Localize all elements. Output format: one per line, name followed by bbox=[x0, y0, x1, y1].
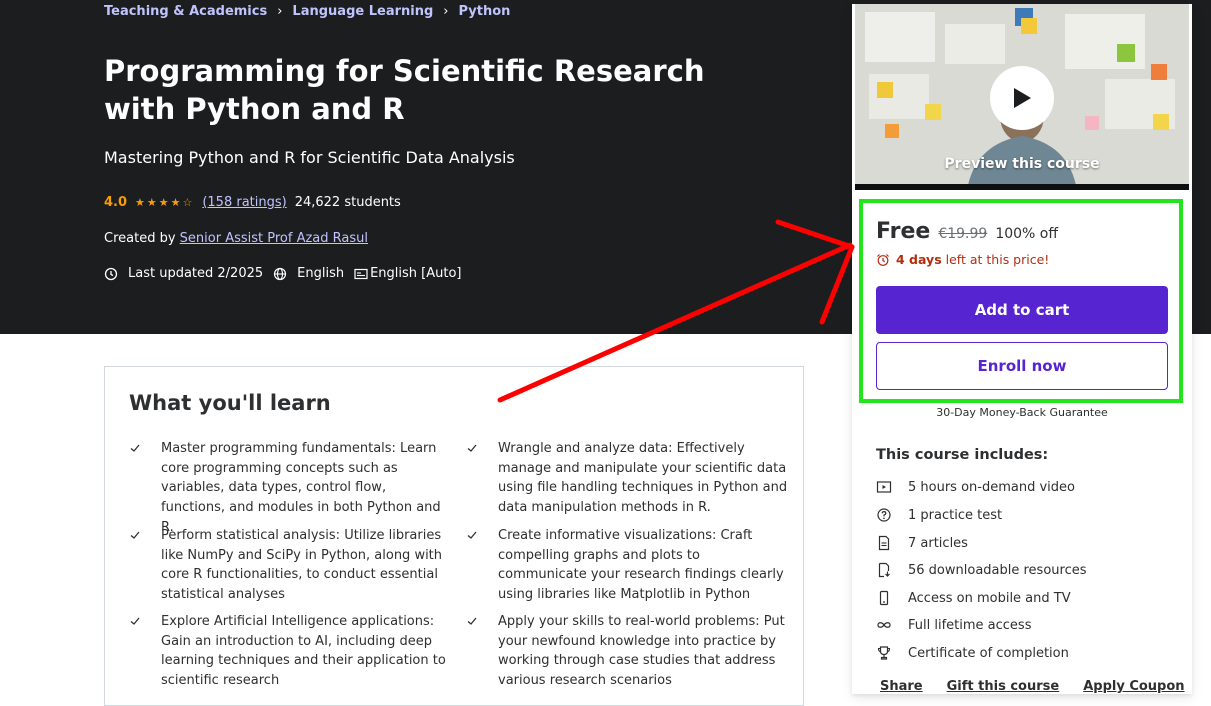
course-meta: Last updated 2/2025 English English [Aut… bbox=[104, 266, 472, 281]
check-icon bbox=[129, 441, 141, 453]
captions-icon bbox=[354, 267, 368, 281]
check-icon bbox=[466, 614, 478, 626]
created-by-label: Created by bbox=[104, 231, 176, 246]
course-captions: English [Auto] bbox=[354, 266, 462, 281]
urgency-text: left at this price! bbox=[945, 252, 1050, 267]
include-item-label: 56 downloadable resources bbox=[908, 562, 1087, 578]
star-rating-icon: ★★★★☆ bbox=[135, 196, 195, 209]
learn-item-text: Create informative visualizations: Craft… bbox=[498, 528, 784, 603]
discount-percent: 100% off bbox=[995, 226, 1058, 242]
include-item-practice-test: 1 practice test bbox=[876, 507, 1002, 523]
download-file-icon bbox=[876, 562, 892, 578]
include-item-video: 5 hours on-demand video bbox=[876, 479, 1075, 495]
sidebar-actions: Share Gift this course Apply Coupon bbox=[880, 679, 1209, 694]
include-item-label: Full lifetime access bbox=[908, 617, 1032, 633]
include-item-label: 1 practice test bbox=[908, 507, 1003, 523]
course-language: English bbox=[273, 266, 344, 281]
money-back-guarantee: 30-Day Money-Back Guarantee bbox=[936, 406, 1108, 419]
course-title: Programming for Scientific Research with… bbox=[104, 54, 705, 126]
learn-item: Explore Artificial Intelligence applicat… bbox=[130, 612, 451, 691]
learn-item: Create informative visualizations: Craft… bbox=[467, 526, 788, 605]
purchase-sidebar: Preview this course Free €19.99 100% off… bbox=[852, 4, 1192, 694]
check-icon bbox=[129, 528, 141, 540]
breadcrumb-python[interactable]: Python bbox=[458, 4, 510, 19]
check-icon bbox=[129, 614, 141, 626]
chevron-right-icon: › bbox=[277, 4, 283, 19]
include-item-certificate: Certificate of completion bbox=[876, 645, 1069, 661]
include-item-articles: 7 articles bbox=[876, 535, 968, 551]
article-icon bbox=[876, 535, 892, 551]
learn-item: Master programming fundamentals: Learn c… bbox=[130, 439, 451, 538]
learn-item-text: Wrangle and analyze data: Effectively ma… bbox=[498, 441, 788, 516]
learn-item-text: Explore Artificial Intelligence applicat… bbox=[161, 614, 446, 689]
mobile-icon bbox=[876, 590, 892, 606]
learn-item-text: Perform statistical analysis: Utilize li… bbox=[161, 528, 443, 603]
include-item-resources: 56 downloadable resources bbox=[876, 562, 1087, 578]
captions-text: English [Auto] bbox=[370, 266, 462, 281]
urgency-days: 4 days bbox=[896, 252, 942, 267]
gift-course-link[interactable]: Gift this course bbox=[947, 679, 1060, 694]
price-row: Free €19.99 100% off bbox=[876, 219, 1058, 244]
original-price: €19.99 bbox=[938, 226, 988, 242]
learn-item: Apply your skills to real-world problems… bbox=[467, 612, 788, 691]
infinity-icon bbox=[876, 617, 892, 633]
check-icon bbox=[466, 528, 478, 540]
course-subtitle: Mastering Python and R for Scientific Da… bbox=[104, 148, 515, 167]
trophy-icon bbox=[876, 645, 892, 661]
check-icon bbox=[466, 441, 478, 453]
video-icon bbox=[876, 479, 892, 495]
learn-item-text: Master programming fundamentals: Learn c… bbox=[161, 441, 441, 535]
play-icon bbox=[1014, 88, 1031, 108]
ratings-count-link[interactable]: (158 ratings) bbox=[202, 195, 286, 210]
learn-item-text: Apply your skills to real-world problems… bbox=[498, 614, 785, 689]
learn-item: Wrangle and analyze data: Effectively ma… bbox=[467, 439, 788, 518]
share-link[interactable]: Share bbox=[880, 679, 923, 694]
learn-item: Perform statistical analysis: Utilize li… bbox=[130, 526, 451, 605]
students-count: 24,622 students bbox=[294, 195, 401, 210]
breadcrumb-language-learning[interactable]: Language Learning bbox=[292, 4, 433, 19]
include-item-label: Access on mobile and TV bbox=[908, 590, 1071, 606]
question-circle-icon bbox=[876, 507, 892, 523]
play-button[interactable] bbox=[990, 66, 1054, 130]
enroll-now-button[interactable]: Enroll now bbox=[876, 342, 1168, 390]
language-text: English bbox=[297, 266, 345, 281]
last-updated-text: Last updated 2/2025 bbox=[128, 266, 264, 281]
instructor-link[interactable]: Senior Assist Prof Azad Rasul bbox=[180, 231, 368, 246]
include-item-mobile: Access on mobile and TV bbox=[876, 590, 1071, 606]
includes-heading: This course includes: bbox=[876, 447, 1049, 463]
chevron-right-icon: › bbox=[443, 4, 449, 19]
apply-coupon-link[interactable]: Apply Coupon bbox=[1083, 679, 1184, 694]
alert-clock-icon bbox=[104, 267, 118, 281]
learn-heading: What you'll learn bbox=[129, 391, 331, 415]
include-item-lifetime: Full lifetime access bbox=[876, 617, 1031, 633]
last-updated: Last updated 2/2025 bbox=[104, 266, 263, 281]
alarm-clock-icon bbox=[876, 253, 890, 267]
breadcrumb: Teaching & Academics › Language Learning… bbox=[104, 4, 510, 19]
include-item-label: Certificate of completion bbox=[908, 645, 1069, 661]
include-item-label: 5 hours on-demand video bbox=[908, 479, 1075, 495]
rating-value: 4.0 bbox=[104, 195, 128, 210]
add-to-cart-button[interactable]: Add to cart bbox=[876, 286, 1168, 334]
globe-icon bbox=[273, 267, 287, 281]
breadcrumb-teaching-academics[interactable]: Teaching & Academics bbox=[104, 4, 267, 19]
include-item-label: 7 articles bbox=[908, 535, 968, 551]
rating-summary: 4.0 ★★★★☆ (158 ratings) 24,622 students bbox=[104, 195, 401, 210]
price-urgency: 4 days left at this price! bbox=[876, 252, 1049, 267]
what-youll-learn-box: What you'll learn Master programming fun… bbox=[104, 366, 804, 706]
current-price: Free bbox=[876, 219, 931, 244]
course-preview[interactable]: Preview this course bbox=[855, 4, 1189, 190]
preview-label: Preview this course bbox=[944, 156, 1100, 172]
created-by: Created by Senior Assist Prof Azad Rasul bbox=[104, 231, 368, 246]
